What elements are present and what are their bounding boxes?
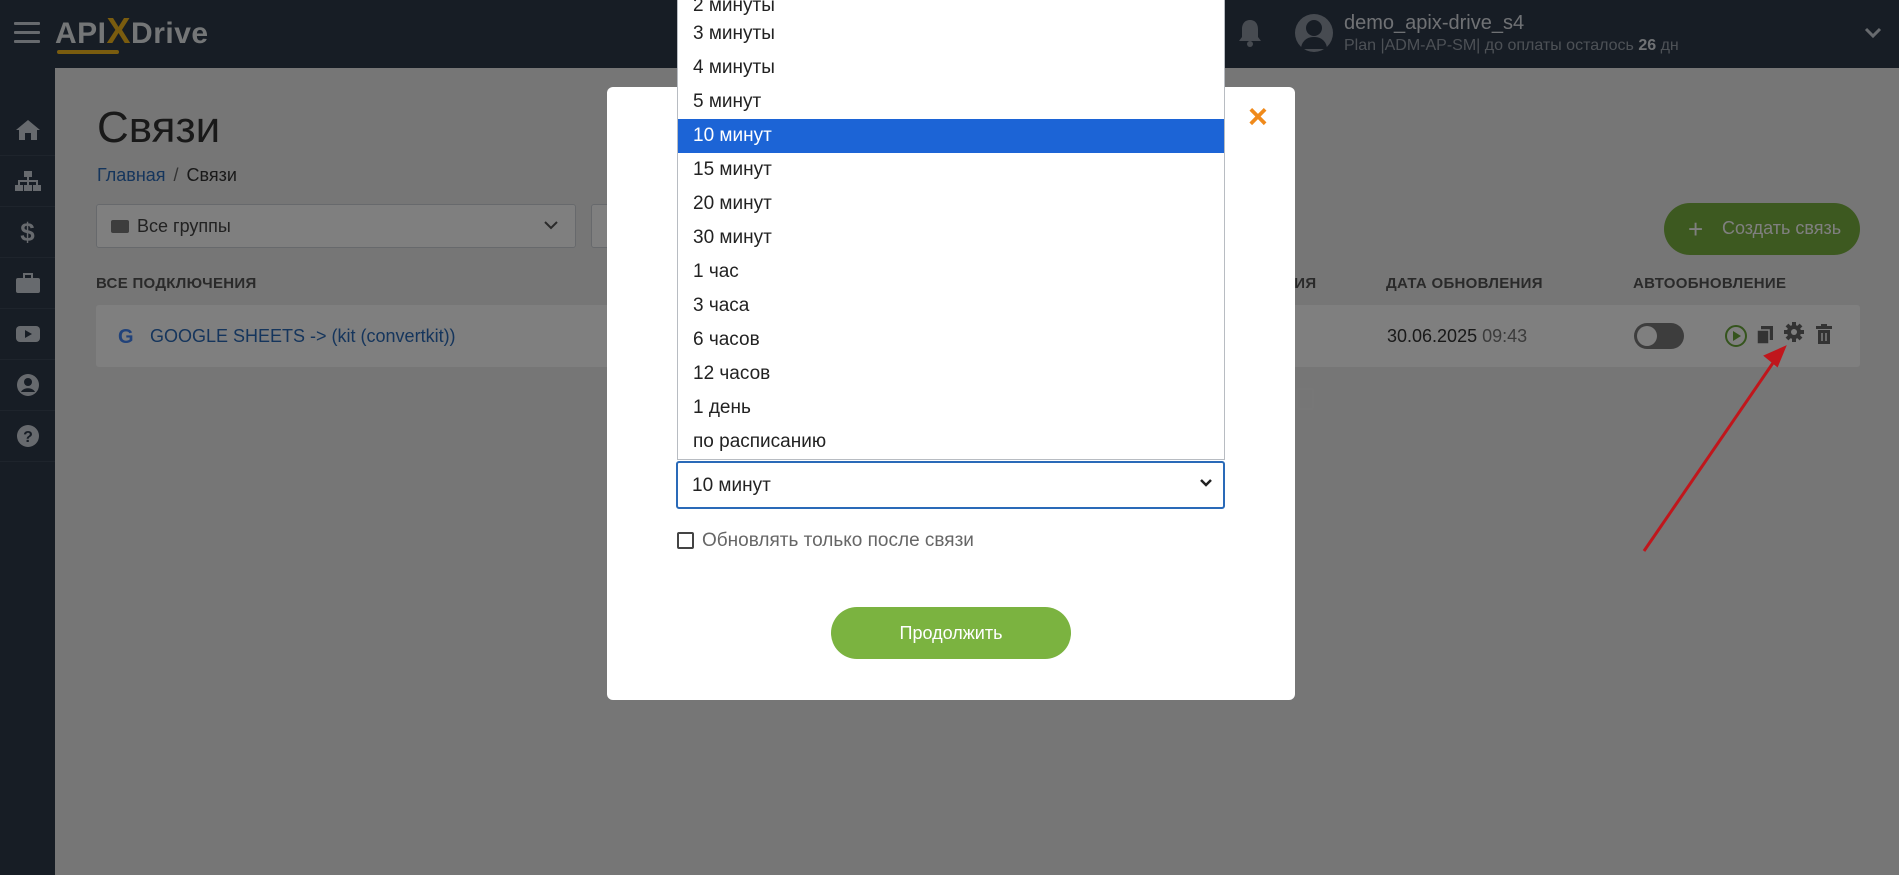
annotation-arrow	[1642, 345, 1787, 552]
